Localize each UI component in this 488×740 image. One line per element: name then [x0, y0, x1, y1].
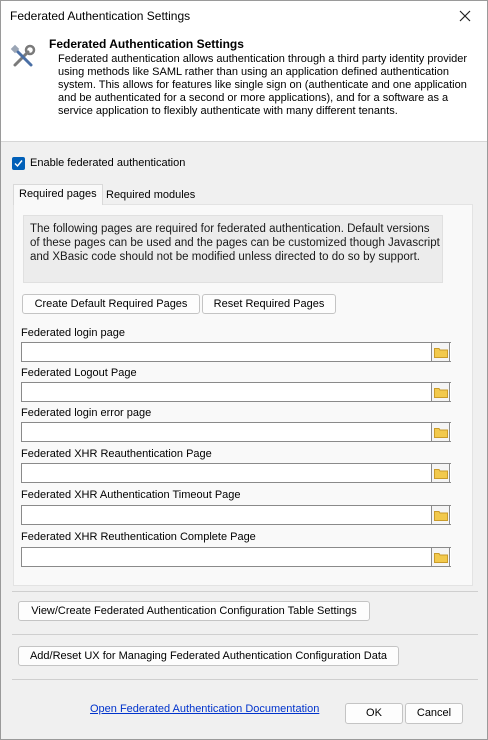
- header-description: Federated authentication allows authenti…: [58, 53, 468, 117]
- folder-icon: [433, 427, 448, 438]
- cancel-button[interactable]: Cancel: [405, 703, 463, 724]
- xhr-reauth-page-input[interactable]: [21, 463, 451, 483]
- xhr-timeout-page-input[interactable]: [21, 505, 451, 525]
- tab-required-pages[interactable]: Required pages: [13, 184, 103, 205]
- field-label-xhr-timeout: Federated XHR Authentication Timeout Pag…: [21, 489, 241, 501]
- folder-icon: [433, 347, 448, 358]
- browse-xhr-timeout-button[interactable]: [431, 505, 450, 525]
- documentation-link[interactable]: Open Federated Authentication Documentat…: [90, 703, 319, 715]
- separator: [12, 679, 478, 680]
- dialog-window: Federated Authentication Settings Federa…: [0, 0, 488, 740]
- tools-icon: [10, 44, 36, 67]
- config-table-settings-button[interactable]: View/Create Federated Authentication Con…: [18, 601, 370, 621]
- required-pages-info: The following pages are required for fed…: [23, 215, 443, 283]
- field-label-xhr-complete: Federated XHR Reuthentication Complete P…: [21, 531, 256, 543]
- folder-icon: [433, 510, 448, 521]
- field-label-login-error: Federated login error page: [21, 407, 152, 419]
- separator: [12, 591, 478, 592]
- reset-required-pages-button[interactable]: Reset Required Pages: [202, 294, 336, 314]
- field-label-logout: Federated Logout Page: [21, 367, 137, 379]
- field-label-login: Federated login page: [21, 327, 125, 339]
- folder-icon: [433, 468, 448, 479]
- enable-federated-label: Enable federated authentication: [30, 157, 186, 169]
- tab-required-modules[interactable]: Required modules: [101, 186, 200, 205]
- browse-login-button[interactable]: [431, 342, 450, 362]
- close-icon: [459, 10, 471, 22]
- folder-icon: [433, 552, 448, 563]
- folder-icon: [433, 387, 448, 398]
- create-default-pages-button[interactable]: Create Default Required Pages: [22, 294, 200, 314]
- login-error-page-input[interactable]: [21, 422, 451, 442]
- logout-page-input[interactable]: [21, 382, 451, 402]
- dialog-header: Federated Authentication Settings Federa…: [1, 31, 487, 142]
- browse-login-error-button[interactable]: [431, 422, 450, 442]
- add-reset-ux-button[interactable]: Add/Reset UX for Managing Federated Auth…: [18, 646, 399, 666]
- browse-logout-button[interactable]: [431, 382, 450, 402]
- checkmark-icon: [14, 159, 23, 167]
- browse-xhr-reauth-button[interactable]: [431, 463, 450, 483]
- header-title: Federated Authentication Settings: [49, 37, 244, 51]
- xhr-complete-page-input[interactable]: [21, 547, 451, 567]
- title-bar[interactable]: Federated Authentication Settings: [1, 1, 487, 31]
- separator: [12, 634, 478, 635]
- enable-federated-checkbox-row[interactable]: Enable federated authentication: [12, 156, 185, 170]
- ok-button[interactable]: OK: [345, 703, 403, 724]
- close-button[interactable]: [443, 1, 487, 31]
- login-page-input[interactable]: [21, 342, 451, 362]
- window-title: Federated Authentication Settings: [10, 9, 191, 23]
- field-label-xhr-reauth: Federated XHR Reauthentication Page: [21, 448, 212, 460]
- browse-xhr-complete-button[interactable]: [431, 547, 450, 567]
- enable-federated-checkbox[interactable]: [12, 156, 25, 170]
- required-pages-panel: The following pages are required for fed…: [13, 204, 473, 586]
